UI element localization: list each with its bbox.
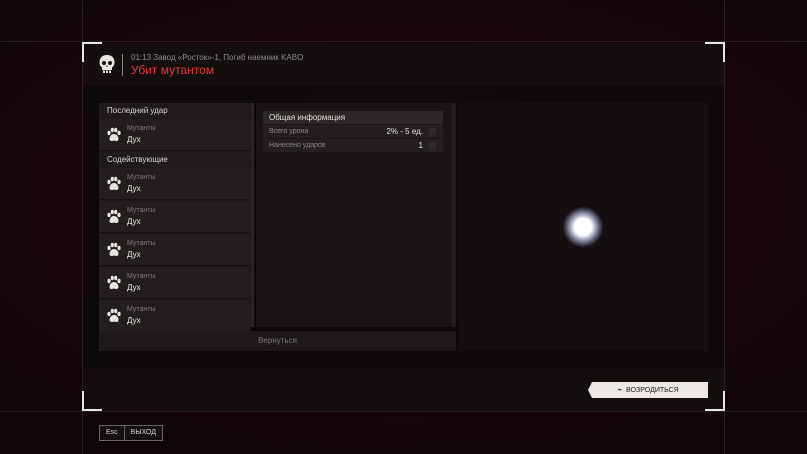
respawn-label: ВОЗРОДИТЬСЯ xyxy=(626,387,679,394)
assist-category: Мутанты xyxy=(127,174,156,181)
frame-corner xyxy=(82,391,102,411)
frame-corner xyxy=(82,42,102,62)
info-marker xyxy=(429,128,436,135)
assist-row[interactable]: Мутанты Дух xyxy=(99,300,250,332)
paw-icon xyxy=(107,275,121,289)
info-scrollbar[interactable] xyxy=(452,103,455,327)
info-label: Нанесено ударов xyxy=(269,142,326,149)
header-divider xyxy=(122,54,123,76)
guide-line-top xyxy=(0,41,807,42)
frame-corner xyxy=(705,391,725,411)
frame-corner xyxy=(705,42,725,62)
assist-row[interactable]: Мутанты Дух xyxy=(99,201,250,233)
assists-heading: Содействующие xyxy=(99,152,254,167)
assist-name: Дух xyxy=(127,217,141,226)
info-label: Всего урона xyxy=(269,128,309,135)
info-marker xyxy=(429,142,436,149)
exit-button[interactable]: ВЫХОД xyxy=(124,425,164,441)
assist-name: Дух xyxy=(127,283,141,292)
assist-row[interactable]: Мутанты Дух xyxy=(99,168,250,200)
back-button[interactable]: Вернуться xyxy=(99,331,456,351)
death-subtitle: 01:13 Завод «Росток»-1, Погиб наемник KA… xyxy=(131,53,304,62)
paw-icon xyxy=(107,176,121,190)
killers-list[interactable]: Последний удар Мутанты Дух Содействующие… xyxy=(99,103,254,332)
guide-line-right xyxy=(724,0,725,454)
exit-hint[interactable]: Esc ВЫХОД xyxy=(99,425,164,441)
assist-category: Мутанты xyxy=(127,273,156,280)
assist-name: Дух xyxy=(127,316,141,325)
paw-icon xyxy=(107,308,121,322)
assist-name: Дух xyxy=(127,250,141,259)
respawn-button[interactable]: ⌁ ВОЗРОДИТЬСЯ xyxy=(588,382,708,398)
paw-icon xyxy=(107,242,121,256)
assist-category: Мутанты xyxy=(127,240,156,247)
assist-category: Мутанты xyxy=(127,306,156,313)
assist-row[interactable]: Мутанты Дух xyxy=(99,234,250,266)
paw-icon xyxy=(107,127,121,141)
killer-category: Мутанты xyxy=(127,125,156,132)
pulse-icon: ⌁ xyxy=(617,385,623,394)
death-title: Убит мутантом xyxy=(131,63,215,77)
assist-row[interactable]: Мутанты Дух xyxy=(99,267,250,299)
last-hit-row[interactable]: Мутанты Дух xyxy=(99,119,250,151)
assist-category: Мутанты xyxy=(127,207,156,214)
info-value: 1 xyxy=(418,141,423,150)
info-heading: Общая информация xyxy=(263,111,443,124)
paw-icon xyxy=(107,209,121,223)
esc-key[interactable]: Esc xyxy=(99,425,125,441)
guide-line-bottom xyxy=(0,411,807,412)
last-hit-heading: Последний удар xyxy=(99,103,254,118)
info-value: 2% - 5 ед. xyxy=(386,127,423,136)
spirit-glow-image xyxy=(563,207,603,247)
killer-name: Дух xyxy=(127,135,141,144)
info-row-total-damage: Всего урона 2% - 5 ед. xyxy=(263,125,443,138)
info-row-hits: Нанесено ударов 1 xyxy=(263,139,443,152)
list-scrollbar[interactable] xyxy=(251,103,254,327)
assist-name: Дух xyxy=(127,184,141,193)
